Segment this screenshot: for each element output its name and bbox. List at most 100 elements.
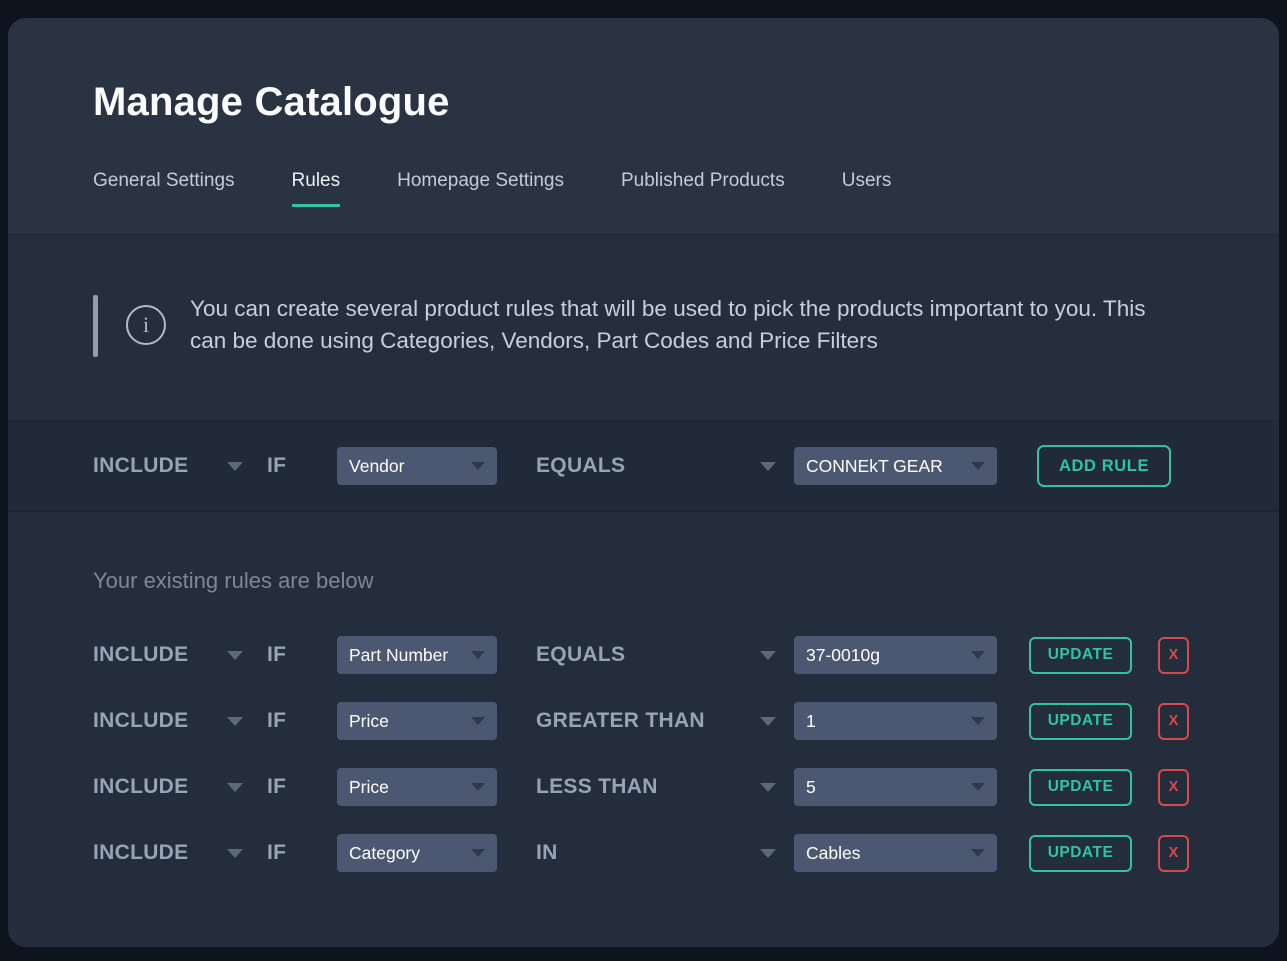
chevron-down-icon — [971, 783, 985, 791]
chevron-down-icon — [971, 651, 985, 659]
field-select[interactable]: Vendor — [337, 447, 497, 485]
rule-row: INCLUDE IF Category IN Cables UPDATE X — [8, 834, 1279, 872]
value-select[interactable]: CONNEkT GEAR — [794, 447, 997, 485]
tab-bar: General Settings Rules Homepage Settings… — [93, 170, 1194, 207]
existing-rules-list: INCLUDE IF Part Number EQUALS 37-0010g U… — [8, 636, 1279, 872]
tab-users[interactable]: Users — [842, 170, 892, 207]
include-select[interactable]: INCLUDE — [93, 709, 243, 733]
operator-select[interactable]: EQUALS — [536, 454, 776, 478]
chevron-down-icon — [760, 717, 776, 726]
delete-rule-button[interactable]: X — [1158, 703, 1189, 740]
info-divider-bar — [93, 295, 98, 357]
operator-select[interactable]: LESS THAN — [536, 775, 776, 799]
rule-row: INCLUDE IF Part Number EQUALS 37-0010g U… — [8, 636, 1279, 674]
include-select[interactable]: INCLUDE — [93, 775, 243, 799]
include-select[interactable]: INCLUDE — [93, 454, 243, 478]
chevron-down-icon — [227, 651, 243, 660]
chevron-down-icon — [760, 783, 776, 792]
field-select-value: Vendor — [349, 456, 404, 477]
value-select-value: Cables — [806, 843, 860, 864]
include-label: INCLUDE — [93, 643, 188, 667]
add-rule-button[interactable]: ADD RULE — [1037, 445, 1171, 487]
tab-label: Rules — [292, 170, 341, 191]
value-select-value: CONNEkT GEAR — [806, 456, 943, 477]
field-select-value: Price — [349, 711, 389, 732]
if-label: IF — [267, 643, 301, 667]
operator-label: EQUALS — [536, 643, 625, 667]
tab-published-products[interactable]: Published Products — [621, 170, 785, 207]
value-select[interactable]: 5 — [794, 768, 997, 806]
operator-label: LESS THAN — [536, 775, 658, 799]
rule-builder-row: INCLUDE IF Vendor EQUALS CONNEkT GEAR AD… — [8, 420, 1279, 512]
chevron-down-icon — [227, 462, 243, 471]
field-select-value: Price — [349, 777, 389, 798]
existing-rules-section: Your existing rules are below INCLUDE IF… — [8, 512, 1279, 947]
delete-rule-button[interactable]: X — [1158, 637, 1189, 674]
field-select[interactable]: Price — [337, 702, 497, 740]
manage-catalogue-card: Manage Catalogue General Settings Rules … — [8, 18, 1279, 947]
chevron-down-icon — [760, 651, 776, 660]
if-label: IF — [267, 841, 301, 865]
operator-select[interactable]: IN — [536, 841, 776, 865]
include-select[interactable]: INCLUDE — [93, 841, 243, 865]
chevron-down-icon — [471, 849, 485, 857]
if-label: IF — [267, 775, 301, 799]
include-select[interactable]: INCLUDE — [93, 643, 243, 667]
update-button[interactable]: UPDATE — [1029, 835, 1132, 872]
tab-general-settings[interactable]: General Settings — [93, 170, 235, 207]
rule-row: INCLUDE IF Price GREATER THAN 1 UPDATE X — [8, 702, 1279, 740]
tab-label: Users — [842, 170, 892, 191]
delete-rule-button[interactable]: X — [1158, 835, 1189, 872]
chevron-down-icon — [760, 462, 776, 471]
value-select[interactable]: 1 — [794, 702, 997, 740]
operator-label: IN — [536, 841, 558, 865]
tab-label: Published Products — [621, 170, 785, 191]
include-label: INCLUDE — [93, 841, 188, 865]
operator-label: GREATER THAN — [536, 709, 705, 733]
value-select[interactable]: Cables — [794, 834, 997, 872]
chevron-down-icon — [471, 462, 485, 470]
chevron-down-icon — [227, 783, 243, 792]
chevron-down-icon — [760, 849, 776, 858]
include-label: INCLUDE — [93, 775, 188, 799]
include-label: INCLUDE — [93, 709, 188, 733]
chevron-down-icon — [227, 849, 243, 858]
tab-rules[interactable]: Rules — [292, 170, 341, 207]
update-button[interactable]: UPDATE — [1029, 637, 1132, 674]
field-select[interactable]: Price — [337, 768, 497, 806]
info-icon: i — [126, 305, 166, 345]
chevron-down-icon — [471, 651, 485, 659]
value-select-value: 5 — [806, 777, 816, 798]
operator-label: EQUALS — [536, 454, 625, 478]
page-title: Manage Catalogue — [93, 78, 1194, 126]
chevron-down-icon — [971, 849, 985, 857]
if-label: IF — [267, 709, 301, 733]
chevron-down-icon — [471, 783, 485, 791]
field-select-value: Part Number — [349, 645, 448, 666]
value-select[interactable]: 37-0010g — [794, 636, 997, 674]
rule-row: INCLUDE IF Price LESS THAN 5 UPDATE X — [8, 768, 1279, 806]
update-button[interactable]: UPDATE — [1029, 769, 1132, 806]
value-select-value: 1 — [806, 711, 816, 732]
field-select[interactable]: Category — [337, 834, 497, 872]
field-select[interactable]: Part Number — [337, 636, 497, 674]
info-text: You can create several product rules tha… — [190, 293, 1159, 357]
info-section: i You can create several product rules t… — [8, 235, 1279, 420]
update-button[interactable]: UPDATE — [1029, 703, 1132, 740]
chevron-down-icon — [971, 717, 985, 725]
value-select-value: 37-0010g — [806, 645, 880, 666]
chevron-down-icon — [471, 717, 485, 725]
tab-label: Homepage Settings — [397, 170, 564, 191]
header: Manage Catalogue General Settings Rules … — [8, 18, 1279, 235]
operator-select[interactable]: GREATER THAN — [536, 709, 776, 733]
if-label: IF — [267, 454, 301, 478]
existing-rules-heading: Your existing rules are below — [8, 568, 1279, 594]
delete-rule-button[interactable]: X — [1158, 769, 1189, 806]
tab-label: General Settings — [93, 170, 235, 191]
chevron-down-icon — [227, 717, 243, 726]
chevron-down-icon — [971, 462, 985, 470]
operator-select[interactable]: EQUALS — [536, 643, 776, 667]
include-label: INCLUDE — [93, 454, 188, 478]
tab-homepage-settings[interactable]: Homepage Settings — [397, 170, 564, 207]
field-select-value: Category — [349, 843, 420, 864]
